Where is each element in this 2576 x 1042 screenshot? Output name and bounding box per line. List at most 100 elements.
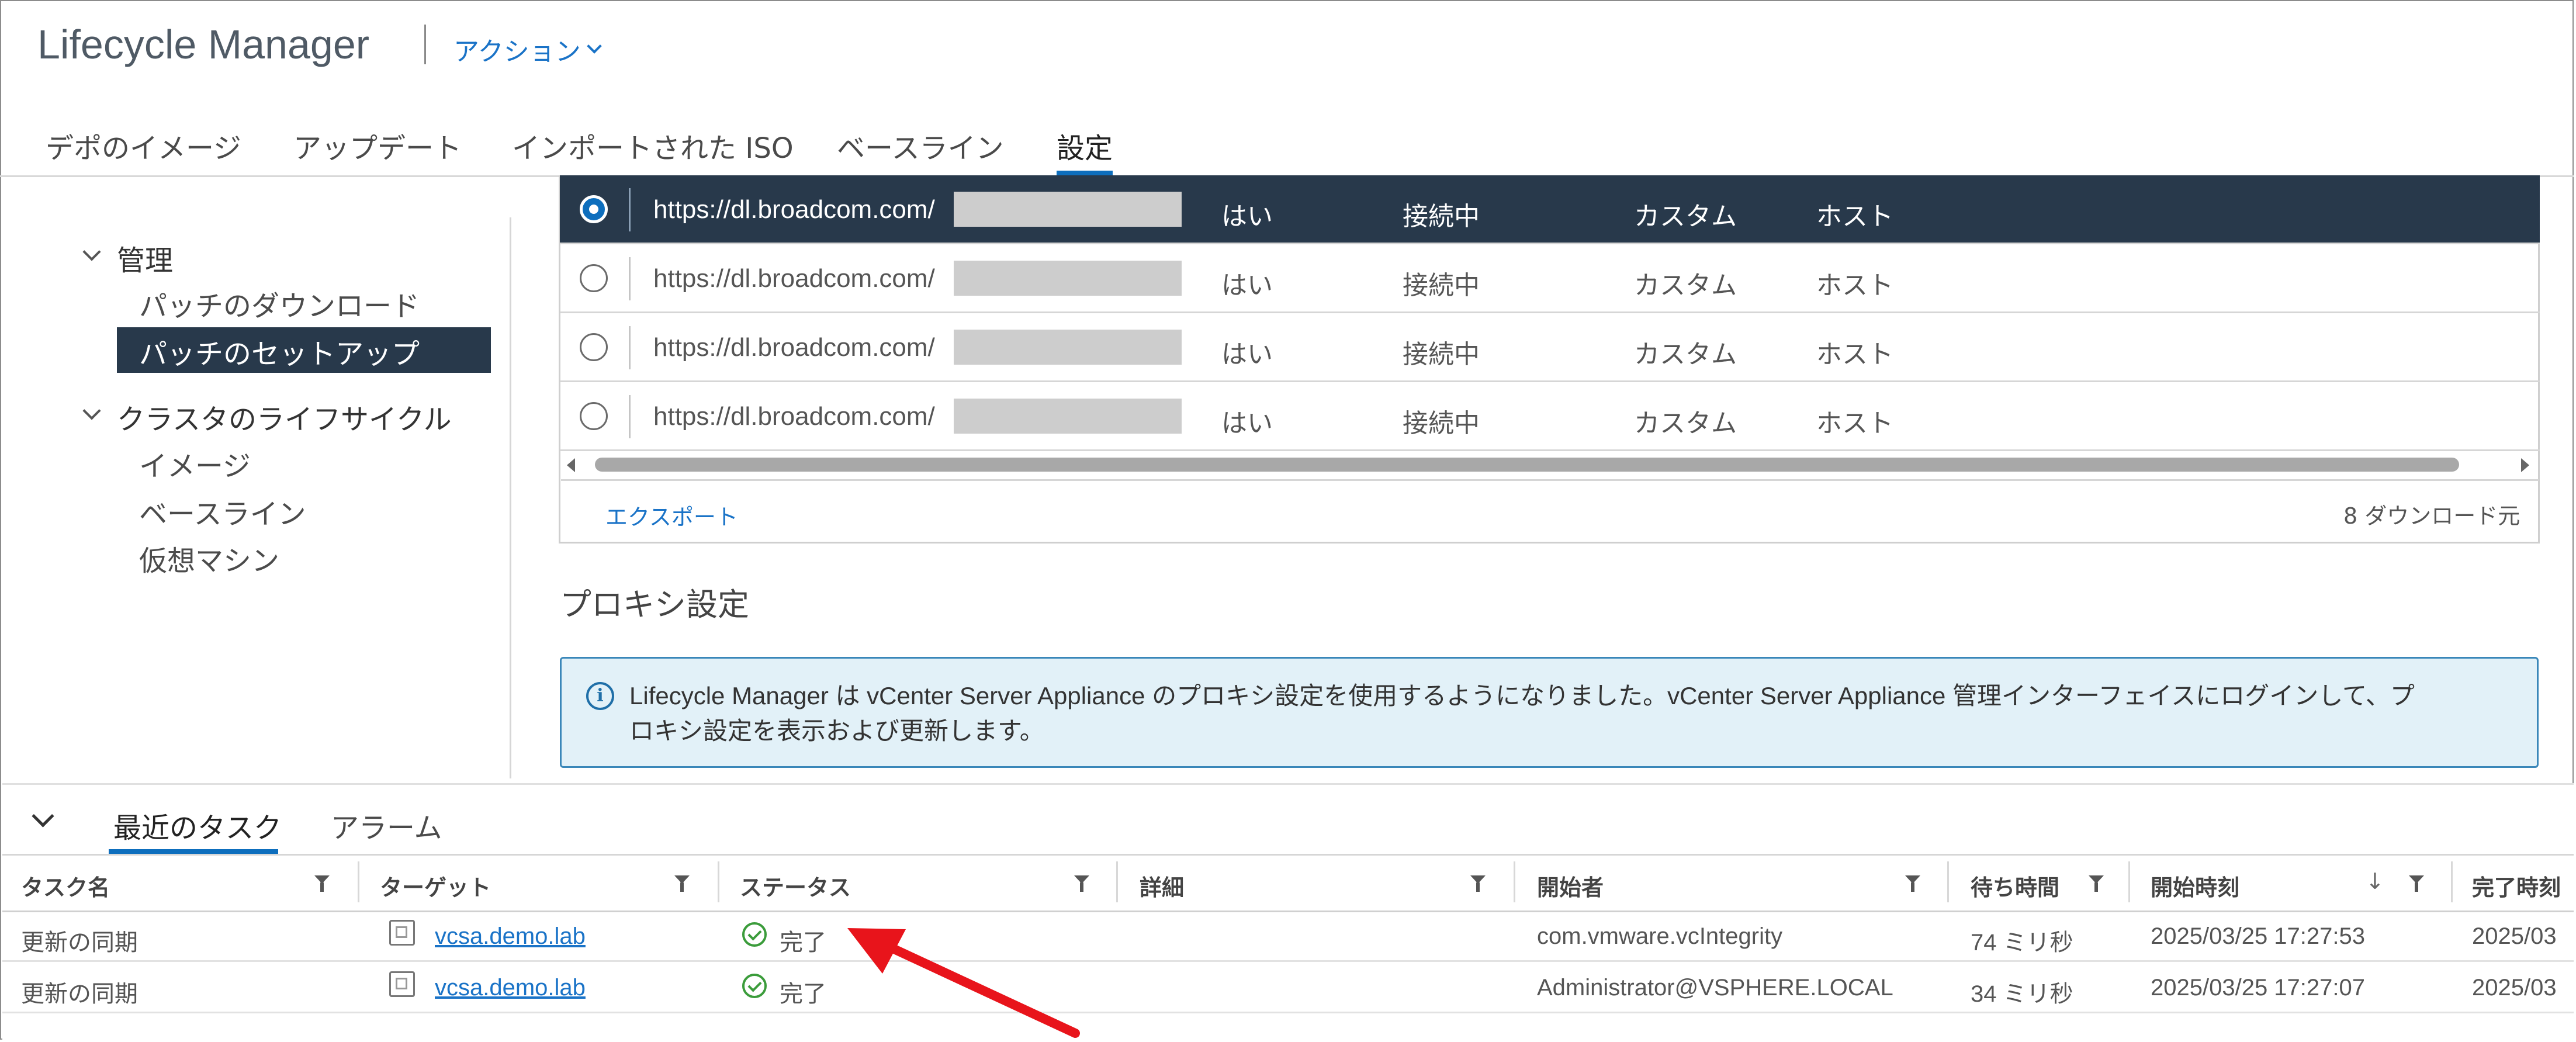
filter-icon[interactable] (2409, 875, 2424, 892)
sidebar-item-patch-setup[interactable]: パッチのセットアップ (139, 331, 420, 372)
table-row[interactable]: https://dl.broadcom.com/ はい 接続中 カスタム ホスト (560, 382, 2540, 451)
column-divider (629, 257, 631, 300)
col-target[interactable]: ターゲット (380, 870, 491, 902)
source-status: 接続中 (1403, 202, 1480, 231)
proxy-info-text: Lifecycle Manager は vCenter Server Appli… (629, 678, 2499, 749)
col-initiator[interactable]: 開始者 (1537, 870, 1604, 902)
tab-updates[interactable]: アップデート (293, 125, 462, 174)
column-divider[interactable] (1947, 861, 1949, 902)
filter-icon[interactable] (674, 875, 690, 892)
task-status: 完了 (780, 981, 826, 1007)
filter-icon[interactable] (1905, 875, 1920, 892)
column-divider[interactable] (2128, 861, 2130, 902)
success-check-icon (742, 922, 767, 947)
table-row[interactable]: https://dl.broadcom.com/ はい 接続中 カスタム ホスト (560, 244, 2540, 313)
chevron-down-icon (82, 401, 101, 420)
table-row[interactable]: https://dl.broadcom.com/ はい 接続中 カスタム ホスト (560, 175, 2540, 244)
tree-toggle-cluster[interactable] (82, 401, 101, 420)
redacted-block (954, 399, 1182, 434)
source-url: https://dl.broadcom.com/ (653, 195, 935, 224)
source-enabled: はい (1221, 271, 1273, 300)
actions-menu[interactable]: アクション (453, 30, 602, 68)
source-content: ホスト (1816, 340, 1893, 369)
col-status[interactable]: ステータス (740, 870, 851, 902)
col-end-time[interactable]: 完了時刻 (2472, 870, 2561, 902)
source-content: ホスト (1816, 271, 1893, 300)
task-queued-time: 34 ミリ秒 (1971, 981, 2073, 1007)
actions-label: アクション (453, 37, 581, 67)
vcenter-icon (389, 920, 415, 946)
column-divider[interactable] (1116, 861, 1118, 902)
collapse-panel-chevron-icon[interactable] (32, 805, 54, 828)
source-enabled: はい (1221, 340, 1273, 369)
target-link[interactable]: vcsa.demo.lab (435, 923, 586, 950)
task-queued-time: 74 ミリ秒 (1971, 930, 2073, 956)
export-link[interactable]: エクスポート (605, 499, 738, 531)
task-end-time: 2025/03 (2472, 923, 2557, 949)
source-status: 接続中 (1403, 271, 1480, 300)
column-divider[interactable] (2451, 861, 2453, 902)
task-initiator: com.vmware.vcIntegrity (1537, 923, 1783, 949)
source-content: ホスト (1816, 202, 1893, 231)
tab-baselines[interactable]: ベースライン (837, 125, 1004, 174)
source-type: カスタム (1634, 202, 1737, 231)
filter-icon[interactable] (1074, 875, 1089, 892)
active-tab-indicator (109, 849, 278, 854)
proxy-info-line-2: ロキシ設定を表示および更新します。 (629, 717, 1044, 745)
horizontal-scrollbar[interactable] (561, 450, 2539, 481)
column-divider (629, 188, 631, 231)
tree-toggle-admin[interactable] (82, 243, 101, 261)
task-name: 更新の同期 (21, 930, 138, 956)
source-type: カスタム (1634, 409, 1737, 438)
sidebar-item-baselines[interactable]: ベースライン (139, 491, 306, 532)
sidebar-group-cluster-lifecycle[interactable]: クラスタのライフサイクル (117, 396, 452, 437)
tab-imported-iso[interactable]: インポートされた ISO (512, 125, 794, 174)
target-link[interactable]: vcsa.demo.lab (435, 975, 586, 1001)
proxy-info-alert: i Lifecycle Manager は vCenter Server App… (560, 657, 2539, 768)
sidebar-item-patch-download[interactable]: パッチのダウンロード (139, 283, 420, 324)
col-start-time[interactable]: 開始時刻 (2151, 870, 2239, 902)
main-tabs: デポのイメージ アップデート インポートされた ISO ベースライン 設定 (0, 117, 2574, 177)
source-enabled: はい (1221, 409, 1273, 438)
source-count: 8 ダウンロード元 (2343, 503, 2520, 529)
source-type: カスタム (1634, 271, 1737, 300)
redacted-block (954, 261, 1182, 296)
col-queued-time[interactable]: 待ち時間 (1971, 870, 2059, 902)
table-row[interactable]: 更新の同期 vcsa.demo.lab 完了 com.vmware.vcInte… (2, 911, 2574, 962)
task-end-time: 2025/03 (2472, 975, 2557, 1001)
tab-settings[interactable]: 設定 (1057, 125, 1113, 175)
filter-icon[interactable] (1470, 875, 1486, 892)
redacted-block (954, 192, 1182, 227)
sort-descending-icon[interactable]: ↓ (2366, 868, 2384, 894)
row-radio[interactable] (580, 264, 608, 292)
column-divider[interactable] (358, 861, 359, 902)
proxy-info-line-1: Lifecycle Manager は vCenter Server Appli… (629, 682, 2415, 709)
tab-alarms[interactable]: アラーム (331, 805, 442, 846)
col-task-name[interactable]: タスク名 (21, 870, 110, 902)
tab-recent-tasks[interactable]: 最近のタスク (113, 805, 282, 846)
col-details[interactable]: 詳細 (1140, 870, 1184, 902)
sidebar-item-vms[interactable]: 仮想マシン (139, 538, 279, 579)
title-divider (424, 25, 426, 64)
scroll-right-icon[interactable] (2521, 458, 2529, 472)
row-radio[interactable] (580, 333, 608, 361)
column-divider[interactable] (1514, 861, 1515, 902)
scroll-left-icon[interactable] (567, 458, 575, 472)
table-row[interactable]: 更新の同期 vcsa.demo.lab 完了 Administrator@VSP… (2, 962, 2574, 1013)
source-content: ホスト (1816, 409, 1893, 438)
tab-depot-images[interactable]: デポのイメージ (46, 125, 241, 174)
table-row[interactable]: https://dl.broadcom.com/ はい 接続中 カスタム ホスト (560, 313, 2540, 382)
source-enabled: はい (1221, 202, 1273, 231)
sidebar-item-images[interactable]: イメージ (139, 443, 251, 484)
scrollbar-thumb[interactable] (595, 458, 2459, 472)
row-radio[interactable] (580, 195, 608, 223)
sidebar-group-admin[interactable]: 管理 (117, 237, 173, 278)
info-icon: i (586, 682, 614, 710)
filter-icon[interactable] (2089, 875, 2104, 892)
filter-icon[interactable] (314, 875, 330, 892)
active-tab-indicator (1057, 171, 1113, 175)
source-type: カスタム (1634, 340, 1737, 369)
row-radio[interactable] (580, 402, 608, 430)
source-status: 接続中 (1403, 409, 1480, 438)
column-divider[interactable] (718, 861, 719, 902)
